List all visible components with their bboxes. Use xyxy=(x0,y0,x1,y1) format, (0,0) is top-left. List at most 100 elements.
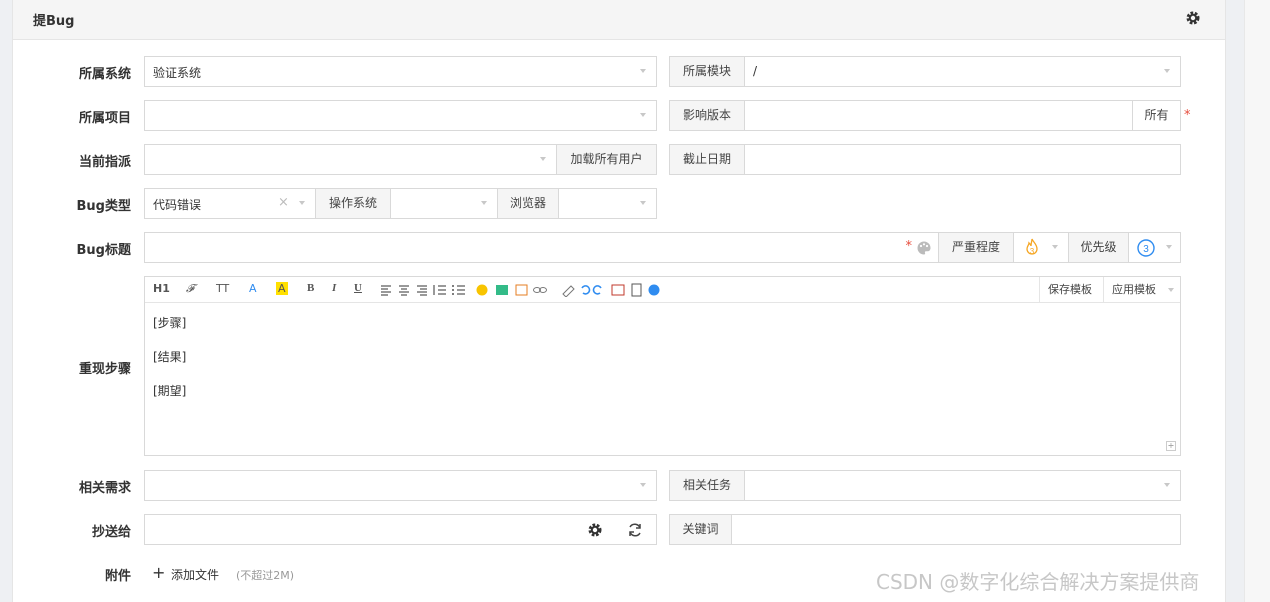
ordered-list-icon xyxy=(433,285,446,295)
right-scroll-strip xyxy=(1244,0,1270,602)
fullscreen-icon xyxy=(611,284,625,296)
browser-select[interactable] xyxy=(558,188,657,219)
align-center-icon xyxy=(399,285,409,296)
refresh-icon[interactable] xyxy=(627,522,643,538)
emoji-icon xyxy=(476,284,488,296)
template-icon xyxy=(631,283,642,297)
os-label: 操作系统 xyxy=(315,188,391,219)
bullet-list-icon xyxy=(457,285,465,295)
task-select[interactable] xyxy=(744,470,1181,501)
file-size-hint: (不超过2M) xyxy=(236,569,295,582)
heading-button[interactable]: H1 xyxy=(153,282,170,295)
gear-icon[interactable] xyxy=(587,522,603,538)
priority-label: 优先级 xyxy=(1068,232,1129,263)
assignee-label: 当前指派 xyxy=(78,155,131,170)
version-select[interactable] xyxy=(744,100,1133,131)
chevron-down-icon xyxy=(481,201,487,205)
plus-icon[interactable]: + xyxy=(152,563,165,582)
add-file-button[interactable]: 添加文件 xyxy=(171,566,219,583)
keywords-label: 关键词 xyxy=(669,514,732,545)
module-select[interactable]: / xyxy=(744,56,1181,87)
required-marker: * xyxy=(1184,108,1191,123)
save-template-button[interactable]: 保存模板 xyxy=(1039,277,1100,303)
system-label: 所属系统 xyxy=(78,67,131,82)
attachment-label: 附件 xyxy=(104,569,131,584)
steps-editor[interactable]: H1 𝓕 TT A A B I U 保存模板 应用模板 [步骤] [结果] [期… xyxy=(144,276,1181,456)
help-icon xyxy=(648,284,660,296)
title-input[interactable]: * xyxy=(144,232,939,263)
panel-header: 提Bug xyxy=(13,0,1225,40)
cc-select[interactable] xyxy=(144,514,657,545)
os-select[interactable] xyxy=(390,188,498,219)
steps-line: [步骤] xyxy=(153,316,187,330)
expected-line: [期望] xyxy=(153,384,187,398)
version-label: 影响版本 xyxy=(669,100,745,131)
font-family-button[interactable]: 𝓕 xyxy=(186,282,194,296)
background-color-button[interactable]: A xyxy=(276,282,288,295)
editor-toolbar-icons xyxy=(381,283,660,297)
cc-label: 抄送给 xyxy=(91,525,131,540)
chevron-down-icon xyxy=(1052,245,1058,249)
gear-icon[interactable] xyxy=(1185,10,1201,26)
apply-template-button[interactable]: 应用模板 xyxy=(1103,277,1164,303)
palette-icon[interactable] xyxy=(916,240,932,256)
priority-select[interactable]: 3 xyxy=(1128,232,1181,263)
redo-icon xyxy=(592,285,602,295)
chevron-down-icon xyxy=(640,113,646,117)
chevron-down-icon xyxy=(640,483,646,487)
watermark: CSDN @数字化综合解决方案提供商 xyxy=(876,570,1200,594)
editor-toolbar: H1 𝓕 TT A A B I U 保存模板 应用模板 xyxy=(145,277,1180,303)
flame-icon: 3 xyxy=(1026,238,1038,256)
font-size-button[interactable]: TT xyxy=(216,282,229,295)
deadline-label: 截止日期 xyxy=(669,144,745,175)
result-line: [结果] xyxy=(153,350,187,364)
link-icon xyxy=(533,287,547,293)
underline-button[interactable]: U xyxy=(354,282,362,294)
all-versions-button[interactable]: 所有 xyxy=(1132,100,1181,131)
font-color-button[interactable]: A xyxy=(249,282,257,295)
load-all-users-button[interactable]: 加载所有用户 xyxy=(556,144,657,175)
module-value: / xyxy=(753,64,758,78)
bold-button[interactable]: B xyxy=(307,282,314,294)
required-marker: * xyxy=(905,239,913,254)
story-select[interactable] xyxy=(144,470,657,501)
align-right-icon xyxy=(417,285,427,296)
title-label: Bug标题 xyxy=(76,243,131,258)
bug-type-value: 代码错误 xyxy=(153,198,202,212)
resize-handle-icon[interactable]: ÷ xyxy=(1166,441,1176,451)
keywords-input[interactable] xyxy=(731,514,1181,545)
severity-select[interactable]: 3 xyxy=(1013,232,1069,263)
page-title: 提Bug xyxy=(33,14,75,29)
deadline-input[interactable] xyxy=(744,144,1181,175)
chevron-down-icon xyxy=(1166,245,1172,249)
image-icon xyxy=(496,285,508,295)
bug-type-label: Bug类型 xyxy=(76,199,131,214)
assignee-select[interactable] xyxy=(144,144,557,175)
chevron-down-icon xyxy=(1168,288,1174,292)
align-left-icon xyxy=(381,285,391,296)
chevron-down-icon xyxy=(640,201,646,205)
chevron-down-icon xyxy=(1164,69,1170,73)
project-select[interactable] xyxy=(144,100,657,131)
italic-button[interactable]: I xyxy=(332,282,336,294)
priority-value: 3 xyxy=(1143,244,1149,255)
project-label: 所属项目 xyxy=(78,111,131,126)
chevron-down-icon xyxy=(299,201,305,205)
chevron-down-icon xyxy=(640,69,646,73)
story-label: 相关需求 xyxy=(78,481,131,496)
chevron-down-icon xyxy=(1164,483,1170,487)
undo-icon xyxy=(581,285,591,295)
steps-label: 重现步骤 xyxy=(78,362,131,377)
priority-circle-icon: 3 xyxy=(1137,239,1155,257)
eraser-icon xyxy=(562,285,575,297)
browser-label: 浏览器 xyxy=(497,188,559,219)
clear-icon[interactable]: × xyxy=(278,195,289,210)
severity-label: 严重程度 xyxy=(938,232,1014,263)
severity-value: 3 xyxy=(1030,247,1035,256)
chevron-down-icon xyxy=(540,157,546,161)
system-value: 验证系统 xyxy=(153,66,202,80)
system-select[interactable]: 验证系统 xyxy=(144,56,657,87)
task-label: 相关任务 xyxy=(669,470,745,501)
code-icon xyxy=(515,284,528,296)
bug-type-select[interactable]: 代码错误 × xyxy=(144,188,316,219)
